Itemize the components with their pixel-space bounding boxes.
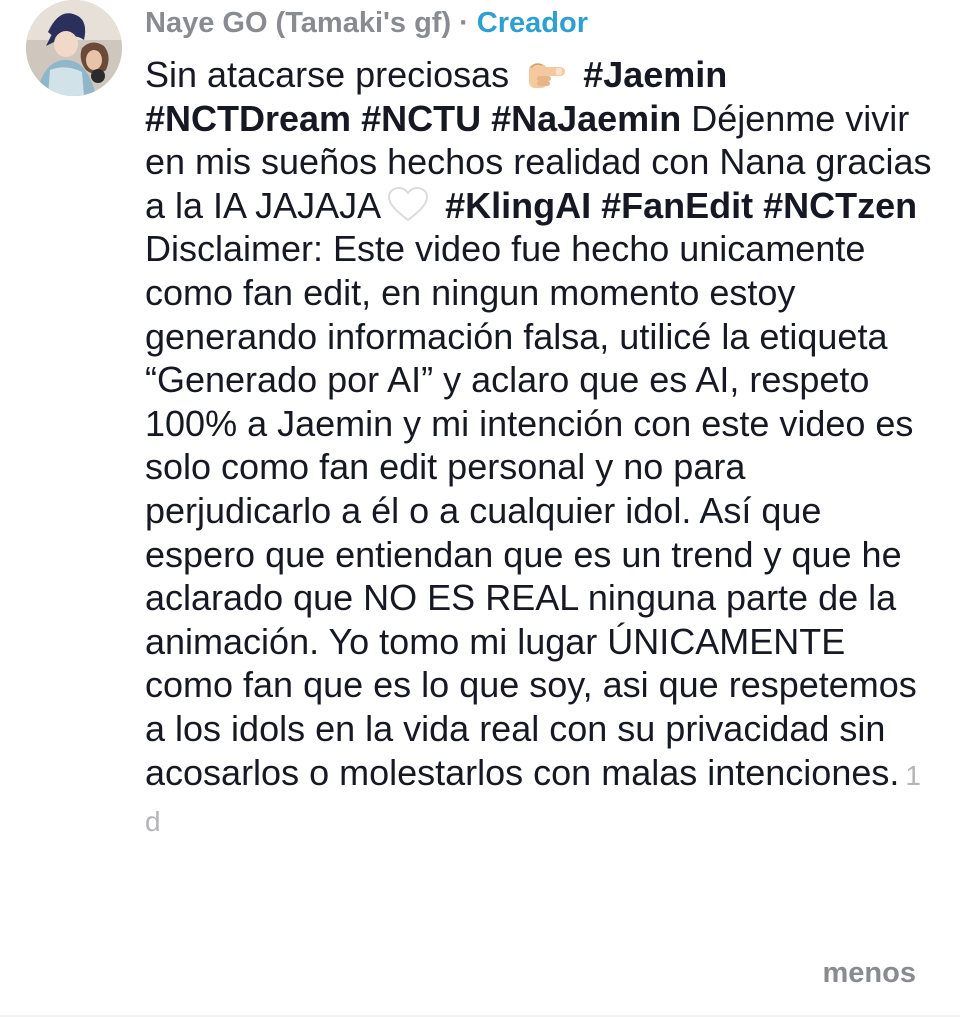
creator-badge: Creador <box>476 7 588 39</box>
show-less-button[interactable]: menos <box>823 957 916 990</box>
comment-text-segment: Sin atacarse preciosas <box>145 54 520 95</box>
comment: Naye GO (Tamaki's gf) · Creador Sin atacar… <box>0 0 960 1017</box>
avatar-image <box>26 0 122 96</box>
white-heart-icon <box>385 186 431 224</box>
username[interactable]: Naye GO (Tamaki's gf) <box>145 7 451 39</box>
comment-text-segment: Disclaimer: Este video fue hecho unicame… <box>145 228 917 793</box>
comment-header: Naye GO (Tamaki's gf) · Creador <box>145 3 588 43</box>
comment-text: Sin atacarse preciosas #Jaemin #NCTDream… <box>145 53 935 844</box>
hashtags[interactable]: #KlingAI #FanEdit #NCTzen <box>435 185 917 226</box>
separator-dot: · <box>459 7 469 39</box>
avatar[interactable] <box>26 0 122 96</box>
backhand-index-pointing-right-icon <box>523 55 569 93</box>
